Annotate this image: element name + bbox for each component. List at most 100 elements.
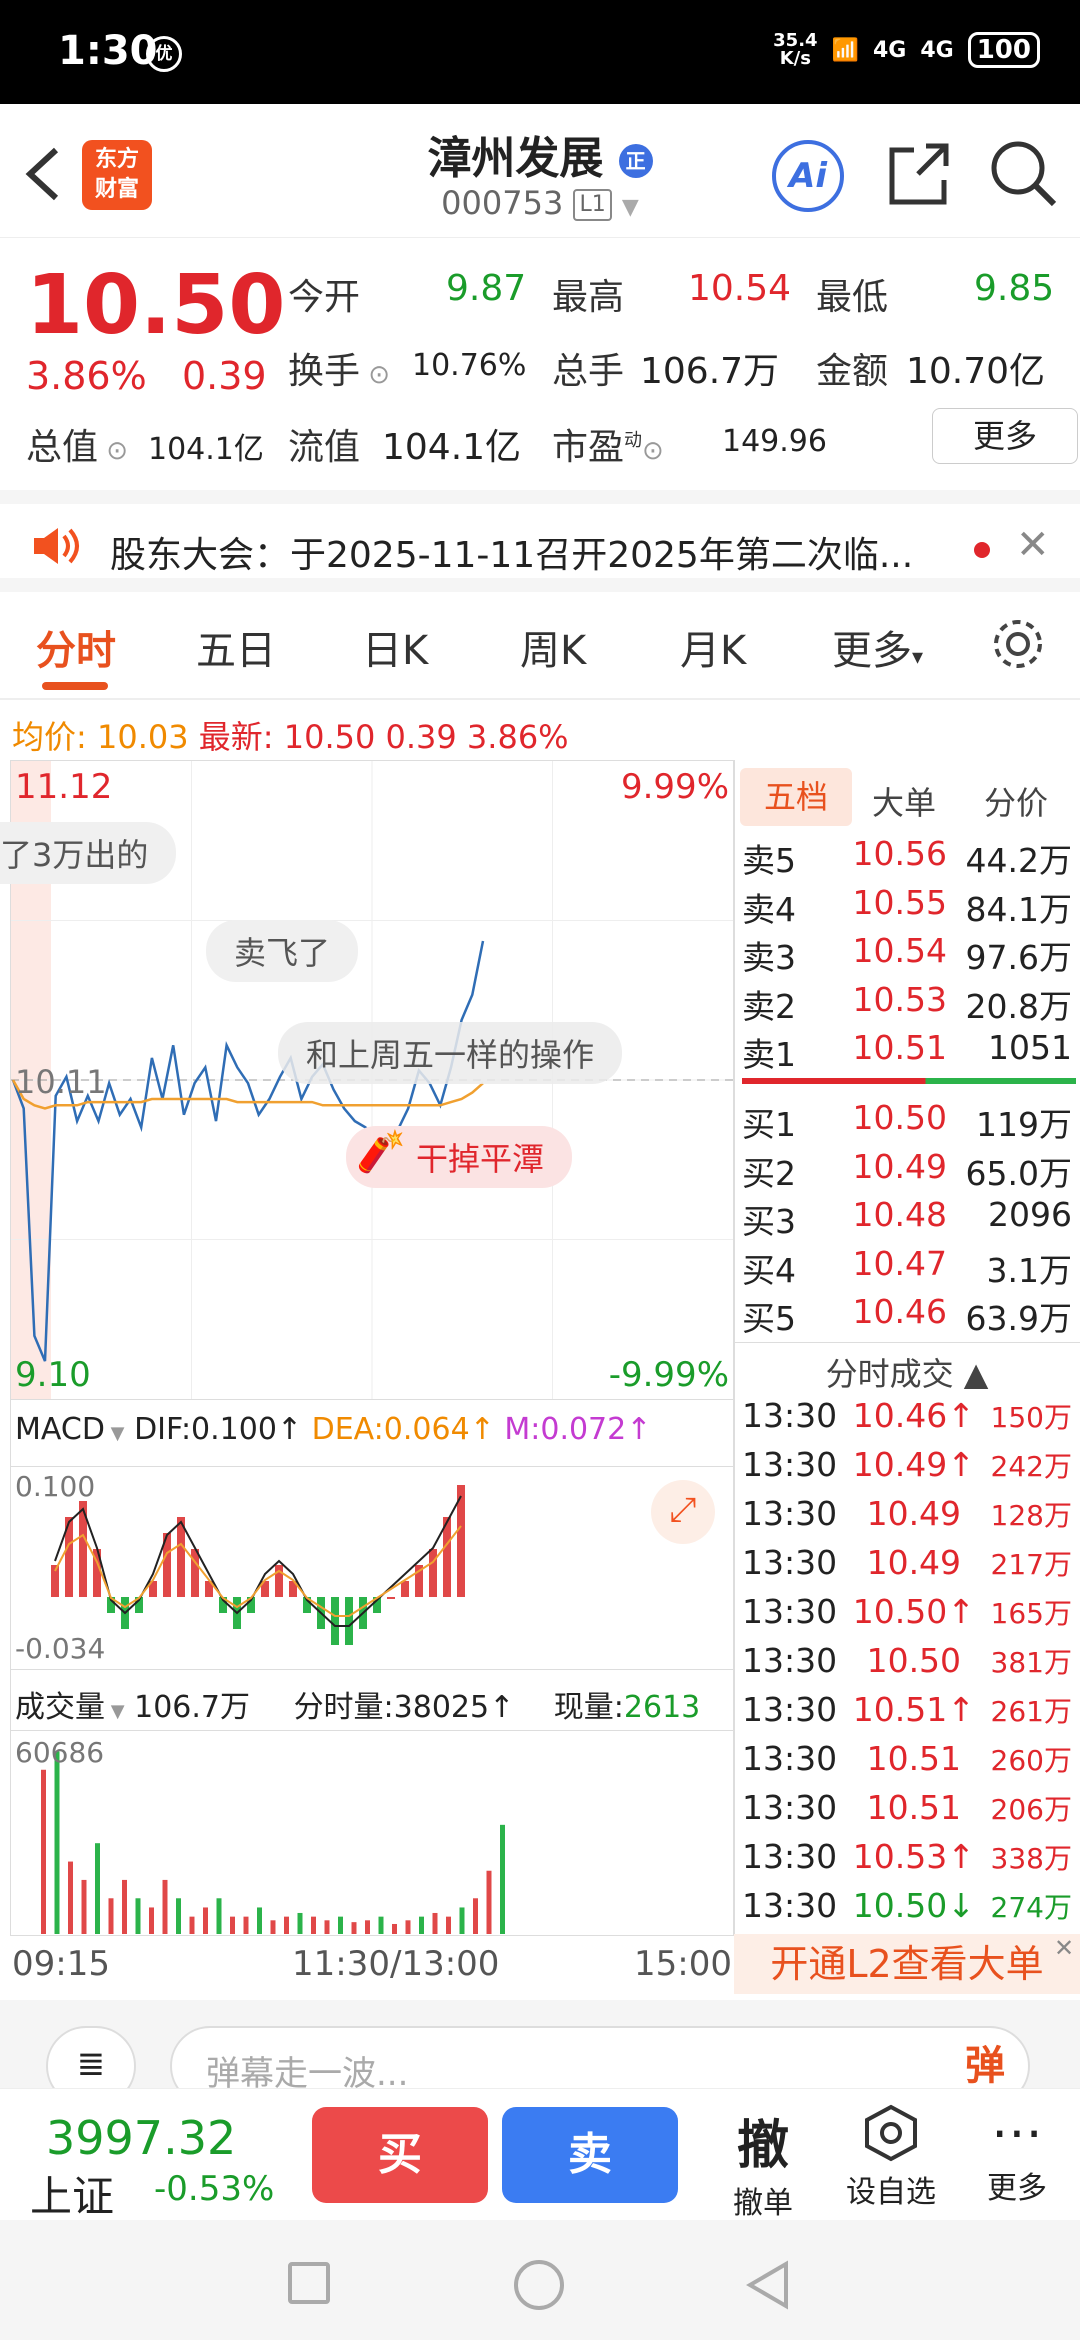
volume-bar <box>108 1898 114 1934</box>
bid-row: 买4 10.47 3.1万 <box>742 1243 1072 1290</box>
macd-selector: MACD <box>15 1412 105 1447</box>
ai-assistant-icon[interactable]: Ai <box>772 140 844 212</box>
tab-price-dist[interactable]: 分价 <box>984 778 1048 824</box>
low-label: 最低 <box>816 277 889 318</box>
volume-bar <box>162 1879 168 1934</box>
volume-bar <box>459 1907 465 1934</box>
buy-button[interactable]: 买 <box>312 2107 488 2203</box>
open-value: 9.87 <box>446 268 527 309</box>
notice-bar[interactable]: 股东大会：于2025-11-11召开2025年第二次临... ✕ <box>0 490 1080 592</box>
tab-5day[interactable]: 五日 <box>196 618 276 676</box>
y-max-label: 11.12 <box>15 767 113 807</box>
volume-bar <box>446 1916 451 1934</box>
bid-row: 买1 10.50 119万 <box>742 1098 1072 1144</box>
volume-panel[interactable]: 成交量 ▼ 106.7万 分时量:38025↑ 现量:2613 60686 <box>10 1670 734 1936</box>
mktcap-value: 104.1亿 <box>148 432 264 467</box>
tab-monthly-k[interactable]: 月K <box>680 618 746 676</box>
dif-line <box>54 1495 462 1627</box>
volume-bar <box>149 1907 154 1934</box>
more-quote-button[interactable]: 更多 <box>932 408 1078 464</box>
back-nav-icon[interactable] <box>744 2260 790 2310</box>
trades-title[interactable]: 分时成交 ▲ <box>734 1342 1080 1395</box>
tab-level5[interactable]: 五档 <box>740 768 852 826</box>
change-pct: 3.86% <box>26 354 147 398</box>
volume-bar <box>432 1912 438 1934</box>
expand-icon[interactable]: ⤢ <box>651 1480 715 1544</box>
tab-weekly-k[interactable]: 周K <box>520 618 586 676</box>
volume-bar <box>419 1916 424 1934</box>
index-change: -0.53% <box>154 2169 275 2209</box>
mktcap-label: 总值 ⊙ <box>26 427 129 468</box>
ask-row: 卖5 10.56 44.2万 <box>742 834 1072 880</box>
notice-text: 股东大会：于2025-11-11召开2025年第二次临... <box>110 535 914 576</box>
trade-row: 13:30 10.51 260万 <box>742 1739 1072 1778</box>
ask-row: 卖3 10.54 97.6万 <box>742 931 1072 977</box>
volume-bar <box>122 1879 127 1934</box>
index-value[interactable]: 3997.32 <box>46 2111 236 2165</box>
promo-close-icon[interactable]: ✕ <box>1054 1934 1074 1962</box>
verified-badge-icon: 正 <box>618 144 653 178</box>
trade-row: 13:30 10.51 206万 <box>742 1788 1072 1827</box>
macd-bar <box>429 1549 437 1597</box>
change-amount: 0.39 <box>182 354 267 398</box>
volume-bar <box>297 1912 303 1934</box>
ask-row: 卖2 10.53 20.8万 <box>742 979 1072 1026</box>
volume-bar <box>189 1916 195 1934</box>
volume-bar <box>365 1920 370 1934</box>
volume-bar <box>500 1824 505 1934</box>
volume-bar <box>405 1920 411 1934</box>
ask-row: 卖1 10.51 1051 <box>742 1028 1072 1074</box>
status-bar: 1:30 优 35.4 K/s 📶 4G 4G 100 <box>0 0 1080 104</box>
tab-divider <box>0 698 1080 700</box>
open-label: 今开 <box>288 277 361 318</box>
trade-row: 13:30 10.50↑ 165万 <box>742 1592 1072 1631</box>
bid-row: 买3 10.48 2096 <box>742 1195 1072 1241</box>
last-price: 10.50 <box>26 258 286 353</box>
macd-bar <box>275 1565 283 1597</box>
danmu-bubble: 🧨 干掉平潭 <box>346 1126 573 1188</box>
cancel-order-button[interactable]: 撤撤单 <box>718 2103 808 2222</box>
add-watchlist-button[interactable]: 设自选 <box>846 2103 936 2211</box>
tab-more[interactable]: 更多▾ <box>832 618 923 676</box>
ref-price-label: 10.11 <box>15 1063 107 1101</box>
macd-chart-svg <box>11 1466 733 1645</box>
battery-icon: 100 <box>967 32 1040 68</box>
trade-row: 13:30 10.53↑ 338万 <box>742 1837 1072 1876</box>
search-icon[interactable] <box>988 138 1058 208</box>
trade-row: 13:30 10.50 381万 <box>742 1641 1072 1680</box>
dea-line <box>54 1525 462 1617</box>
share-icon[interactable] <box>884 140 952 208</box>
pe-label: 市盈动⊙ <box>552 427 664 468</box>
close-icon[interactable]: ✕ <box>1016 522 1050 568</box>
bottom-trade-bar: 3997.32 上证 -0.53% 买 卖 撤撤单 设自选 ⋯ 更多 <box>0 2088 1080 2222</box>
l2-promo-banner[interactable]: 开通L2查看大单 <box>734 1934 1080 1994</box>
y-max-pct: 9.99% <box>620 767 729 807</box>
unread-dot <box>974 542 990 558</box>
y-min-label: 9.10 <box>15 1355 91 1395</box>
tab-daily-k[interactable]: 日K <box>362 618 428 676</box>
avg-info: 均价: 10.03 最新: 10.50 0.39 3.86% <box>12 718 569 756</box>
volume-bar <box>81 1879 87 1934</box>
y-min-pct: -9.99% <box>608 1355 729 1395</box>
net-speed: 35.4 K/s <box>773 30 818 69</box>
home-icon[interactable] <box>514 2260 564 2310</box>
trade-row: 13:30 10.49 217万 <box>742 1543 1072 1582</box>
signal-4g-1: 4G <box>872 37 907 63</box>
volume-bar <box>41 1769 46 1934</box>
settings-gear-icon[interactable] <box>990 616 1046 672</box>
tab-large-order[interactable]: 大单 <box>872 778 936 824</box>
float-label: 流值 <box>288 427 361 468</box>
amount-value: 10.70亿 <box>906 351 1046 392</box>
recent-apps-icon[interactable] <box>288 2262 330 2304</box>
macd-panel[interactable]: MACD ▼ DIF:0.100↑ DEA:0.064↑ M:0.072↑ 0.… <box>10 1400 734 1670</box>
volume-bar <box>338 1916 343 1934</box>
sell-button[interactable]: 卖 <box>502 2107 678 2203</box>
volume-bar <box>392 1923 397 1934</box>
macd-bar <box>345 1597 353 1645</box>
x-tick-start: 09:15 <box>12 1944 110 1984</box>
more-menu-button[interactable]: ⋯ 更多 <box>972 2103 1062 2207</box>
macd-bar <box>387 1597 395 1599</box>
tab-intraday[interactable]: 分时 <box>36 618 116 676</box>
index-name[interactable]: 上证 <box>30 2163 114 2224</box>
trade-row: 13:30 10.50↓ 274万 <box>742 1886 1072 1925</box>
